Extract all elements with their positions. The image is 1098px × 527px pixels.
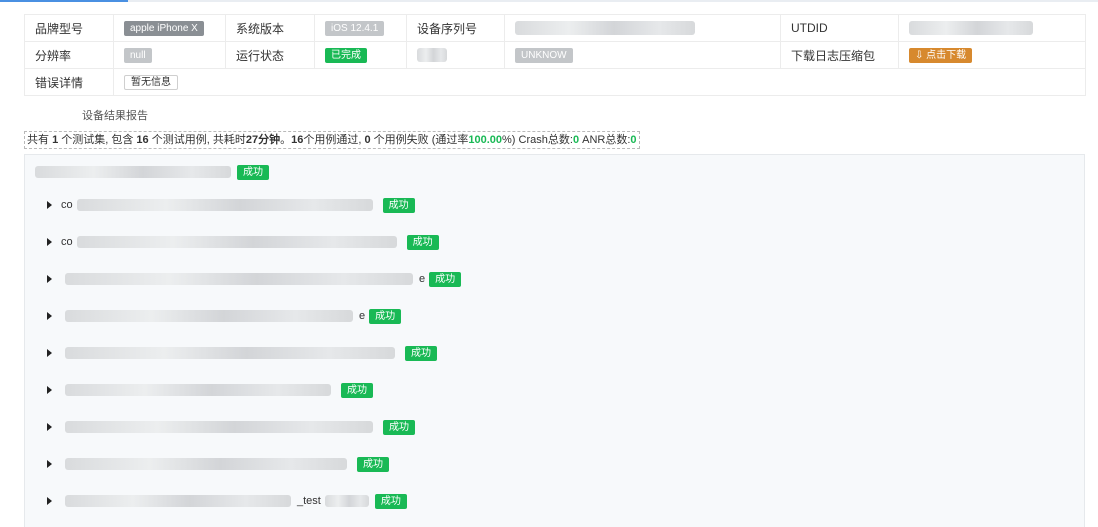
test-result-tree: 成功 co 成功 co 成功 e 成功 e 成功 成功 成功 成功 成功 _te… xyxy=(24,154,1085,527)
status-badge: 成功 xyxy=(341,382,373,398)
case-name-redacted xyxy=(65,384,331,396)
case-name-redacted xyxy=(65,273,413,285)
summary-anr-count: 0 xyxy=(630,134,637,146)
list-item[interactable]: _test 成功 xyxy=(47,492,407,510)
list-item[interactable]: 成功 xyxy=(47,455,389,473)
summary-case-count: 16 xyxy=(136,134,149,146)
resolution-label: 分辨率 xyxy=(24,41,114,69)
tree-root-node[interactable]: 成功 xyxy=(35,163,269,181)
summary-text: 个用例通过, xyxy=(303,134,365,146)
expand-caret-icon[interactable] xyxy=(47,312,52,320)
run-status-label: 运行状态 xyxy=(225,41,315,69)
case-name-redacted-tail xyxy=(324,495,369,507)
case-name-redacted xyxy=(76,236,397,248)
error-detail-label: 错误详情 xyxy=(24,68,114,96)
active-tab-indicator xyxy=(0,0,128,2)
summary-text: %) Crash总数: xyxy=(502,134,573,146)
summary-text: 个用例失败 (通过率 xyxy=(370,134,469,146)
list-item[interactable]: e 成功 xyxy=(47,307,402,325)
os-value-tag: iOS 12.4.1 xyxy=(325,21,385,36)
expand-caret-icon[interactable] xyxy=(47,238,52,246)
unknown-value-tag: UNKNOW xyxy=(515,48,573,63)
utdid-label: UTDID xyxy=(780,14,899,42)
test-summary: 共有 1 个测试集, 包含 16 个测试用例, 共耗时27分钟。16个用例通过,… xyxy=(24,131,640,149)
summary-text: 共有 xyxy=(27,134,53,146)
case-name-suffix: _test xyxy=(297,495,321,507)
download-log-label: 下载日志压缩包 xyxy=(780,41,899,69)
status-badge: 成功 xyxy=(429,271,462,287)
os-label: 系统版本 xyxy=(225,14,315,42)
list-item[interactable]: 成功 xyxy=(47,418,415,436)
redacted-label xyxy=(417,48,447,63)
top-divider xyxy=(0,0,1098,2)
serial-value-redacted xyxy=(515,21,695,36)
status-badge: 成功 xyxy=(369,308,402,324)
expand-caret-icon[interactable] xyxy=(47,460,52,468)
expand-caret-icon[interactable] xyxy=(47,201,52,209)
case-name-redacted xyxy=(65,458,347,470)
list-item[interactable]: co 成功 xyxy=(47,196,415,214)
device-info-table: 品牌型号 apple iPhone X 系统版本 iOS 12.4.1 设备序列… xyxy=(24,14,1086,96)
case-name-suffix: e xyxy=(419,273,426,285)
run-status-tag: 已完成 xyxy=(325,48,367,63)
device-report-title: 设备结果报告 xyxy=(82,110,148,122)
case-name-redacted xyxy=(76,199,373,211)
list-item[interactable]: 成功 xyxy=(47,381,373,399)
expand-caret-icon[interactable] xyxy=(47,423,52,431)
expand-caret-icon[interactable] xyxy=(47,497,52,505)
case-name-prefix: co xyxy=(61,236,73,248)
status-badge: 成功 xyxy=(374,493,407,509)
case-name-prefix: co xyxy=(61,199,73,211)
list-item[interactable]: e 成功 xyxy=(47,270,462,288)
status-badge: 成功 xyxy=(382,197,415,213)
expand-caret-icon[interactable] xyxy=(47,275,52,283)
summary-text: 个测试集, 包含 xyxy=(58,134,137,146)
case-name-redacted xyxy=(65,495,291,507)
case-name-redacted xyxy=(65,310,353,322)
case-name-suffix: e xyxy=(359,310,366,322)
status-badge: 成功 xyxy=(383,419,415,435)
list-item[interactable]: 成功 xyxy=(47,344,437,362)
case-name-redacted xyxy=(65,421,373,433)
brand-label: 品牌型号 xyxy=(24,14,114,42)
download-log-button[interactable]: ⇩ 点击下载 xyxy=(909,48,973,63)
status-badge: 成功 xyxy=(357,456,389,472)
status-badge: 成功 xyxy=(237,164,269,180)
summary-text: 。 xyxy=(280,134,292,146)
summary-text: ANR总数: xyxy=(579,134,631,146)
status-badge: 成功 xyxy=(405,345,437,361)
status-badge: 成功 xyxy=(406,234,439,250)
utdid-value-redacted xyxy=(909,21,1033,36)
list-item[interactable]: co 成功 xyxy=(47,233,439,251)
summary-text: 个测试用例, 共耗时 xyxy=(148,134,246,146)
resolution-value-tag: null xyxy=(124,48,152,63)
error-detail-value: 暂无信息 xyxy=(124,75,178,90)
summary-duration: 27分钟 xyxy=(245,134,281,146)
expand-caret-icon[interactable] xyxy=(47,349,52,357)
root-name-redacted xyxy=(35,166,231,178)
summary-pass-rate: 100.00 xyxy=(468,134,503,146)
serial-label: 设备序列号 xyxy=(406,14,505,42)
expand-caret-icon[interactable] xyxy=(47,386,52,394)
case-name-redacted xyxy=(65,347,395,359)
brand-value-tag: apple iPhone X xyxy=(124,21,204,36)
summary-passed-count: 16 xyxy=(291,134,304,146)
